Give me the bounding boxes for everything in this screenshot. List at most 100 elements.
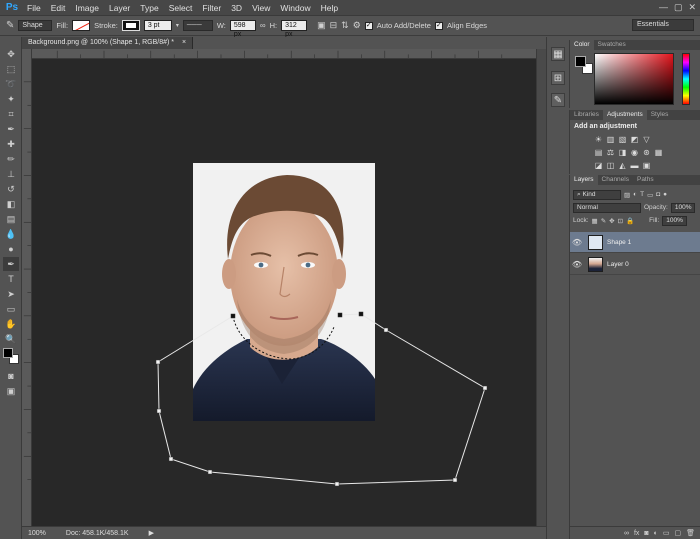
hue-slider[interactable] — [682, 53, 690, 105]
status-menu-arrow-icon[interactable]: ▶ — [149, 529, 154, 537]
blend-mode-select[interactable]: Normal — [573, 202, 641, 213]
hand-tool-icon[interactable]: ✋ — [3, 317, 19, 331]
invert-icon[interactable]: ◪ — [594, 161, 603, 170]
tab-styles[interactable]: Styles — [647, 110, 673, 120]
layer-style-icon[interactable]: fx — [634, 530, 639, 537]
brush-tool-icon[interactable]: ✏ — [3, 152, 19, 166]
menu-image[interactable]: Image — [70, 0, 104, 16]
gradient-map-icon[interactable]: ▬ — [630, 161, 639, 170]
tab-layers[interactable]: Layers — [570, 175, 598, 185]
vibrance-icon[interactable]: ▽ — [642, 135, 651, 144]
layer-row-shape-1[interactable]: 👁 Shape 1 — [570, 232, 700, 253]
photo-filter-icon[interactable]: ◉ — [630, 148, 639, 157]
threshold-icon[interactable]: ◭ — [618, 161, 627, 170]
rectangle-tool-icon[interactable]: ▭ — [3, 302, 19, 316]
lock-artboard-icon[interactable]: ⊡ — [618, 217, 623, 225]
visibility-eye-icon[interactable]: 👁 — [570, 260, 584, 269]
channel-mixer-icon[interactable]: ⊛ — [642, 148, 651, 157]
new-group-icon[interactable]: ▭ — [663, 529, 670, 537]
filter-pixel-icon[interactable]: ▨ — [624, 191, 630, 199]
marquee-tool-icon[interactable]: ⬚ — [3, 62, 19, 76]
hue-saturation-icon[interactable]: ▤ — [594, 148, 603, 157]
add-mask-icon[interactable]: ◙ — [644, 530, 648, 537]
gradient-tool-icon[interactable]: ▤ — [3, 212, 19, 226]
screen-mode-icon[interactable]: ▣ — [3, 384, 19, 398]
document-canvas[interactable] — [32, 59, 536, 526]
menu-3d[interactable]: 3D — [226, 0, 247, 16]
color-field[interactable] — [594, 53, 674, 105]
foreground-color-swatch[interactable] — [3, 348, 13, 358]
pen-tool-icon[interactable]: ✒ — [3, 257, 19, 271]
history-panel-icon[interactable]: ▦ — [551, 47, 565, 61]
close-button[interactable]: ✕ — [688, 2, 696, 13]
tab-color[interactable]: Color — [570, 40, 594, 50]
lock-all-icon[interactable]: 🔒 — [626, 217, 634, 225]
menu-help[interactable]: Help — [316, 0, 343, 16]
lock-paint-icon[interactable]: ✎ — [601, 217, 606, 225]
path-select-tool-icon[interactable]: ➤ — [3, 287, 19, 301]
posterize-icon[interactable]: ◫ — [606, 161, 615, 170]
width-field[interactable]: 598 px — [229, 20, 256, 38]
exposure-icon[interactable]: ◩ — [630, 135, 639, 144]
menu-file[interactable]: File — [22, 0, 46, 16]
eraser-tool-icon[interactable]: ◧ — [3, 197, 19, 211]
lasso-tool-icon[interactable]: ➰ — [3, 77, 19, 91]
panel-fg-bg-swatches[interactable] — [575, 56, 595, 76]
stroke-type-select[interactable]: ─── — [182, 20, 213, 31]
properties-panel-icon[interactable]: ⊞ — [551, 71, 565, 85]
tab-libraries[interactable]: Libraries — [570, 110, 603, 120]
stroke-width-field[interactable]: 3 pt — [143, 20, 172, 31]
history-brush-tool-icon[interactable]: ↺ — [3, 182, 19, 196]
pen-tool-preset-icon[interactable]: ✎ — [6, 20, 14, 31]
stamp-tool-icon[interactable]: ⊥ — [3, 167, 19, 181]
filter-shape-icon[interactable]: ▭ — [647, 191, 653, 199]
menu-edit[interactable]: Edit — [46, 0, 71, 16]
filter-smart-icon[interactable]: ◘ — [656, 191, 660, 198]
visibility-eye-icon[interactable]: 👁 — [570, 238, 584, 247]
eyedropper-tool-icon[interactable]: ✒ — [3, 122, 19, 136]
curves-icon[interactable]: ▧ — [618, 135, 627, 144]
zoom-level[interactable]: 100% — [28, 530, 46, 537]
move-tool-icon[interactable]: ✥ — [3, 47, 19, 61]
link-layers-icon[interactable]: ∞ — [624, 530, 629, 537]
tab-swatches[interactable]: Swatches — [594, 40, 630, 50]
auto-add-delete-checkbox[interactable]: ✓ — [364, 21, 373, 30]
filter-type-icon[interactable]: T — [640, 191, 644, 198]
tab-adjustments[interactable]: Adjustments — [602, 110, 647, 120]
minimize-button[interactable]: — — [659, 2, 668, 13]
crop-tool-icon[interactable]: ⌗ — [3, 107, 19, 121]
menu-select[interactable]: Select — [164, 0, 198, 16]
menu-window[interactable]: Window — [275, 0, 315, 16]
path-operations-icon[interactable]: ▣ — [317, 20, 326, 31]
color-balance-icon[interactable]: ⚖ — [606, 148, 615, 157]
menu-type[interactable]: Type — [135, 0, 163, 16]
brightness-icon[interactable]: ☀ — [594, 135, 603, 144]
menu-view[interactable]: View — [247, 0, 275, 16]
close-icon[interactable]: × — [182, 39, 186, 46]
link-icon[interactable]: ∞ — [260, 21, 266, 30]
maximize-button[interactable]: ▢ — [674, 2, 683, 13]
blur-tool-icon[interactable]: 💧 — [3, 227, 19, 241]
quick-select-tool-icon[interactable]: ✦ — [3, 92, 19, 106]
gear-icon[interactable]: ⚙ — [353, 20, 361, 31]
selective-color-icon[interactable]: ▣ — [642, 161, 651, 170]
layer-row-layer-0[interactable]: 👁 Layer 0 — [570, 254, 700, 275]
workspace-select[interactable]: Essentials — [632, 19, 694, 31]
stroke-swatch[interactable] — [121, 20, 140, 31]
levels-icon[interactable]: ▥ — [606, 135, 615, 144]
quick-mask-icon[interactable]: ◙ — [3, 369, 19, 383]
brush-panel-icon[interactable]: ✎ — [551, 93, 565, 107]
tab-channels[interactable]: Channels — [598, 175, 633, 185]
dodge-tool-icon[interactable]: ● — [3, 242, 19, 256]
panel-foreground-swatch[interactable] — [575, 56, 586, 67]
align-edges-checkbox[interactable]: ✓ — [434, 21, 443, 30]
type-tool-icon[interactable]: T — [3, 272, 19, 286]
shape-mode-select[interactable]: Shape — [18, 20, 53, 31]
opacity-field[interactable]: 100% — [670, 202, 696, 213]
trash-icon[interactable]: 🗑 — [686, 529, 695, 537]
lock-pixels-icon[interactable]: ▦ — [592, 217, 598, 225]
fill-field[interactable]: 100% — [662, 215, 687, 226]
menu-layer[interactable]: Layer — [104, 0, 135, 16]
lock-move-icon[interactable]: ✥ — [609, 217, 614, 225]
black-white-icon[interactable]: ◨ — [618, 148, 627, 157]
